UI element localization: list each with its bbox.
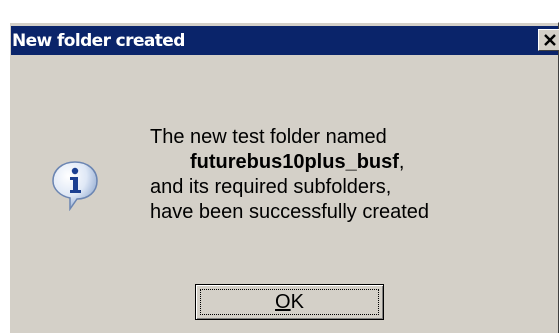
message-text: The new test folder named futurebus10plu… [150, 125, 550, 225]
message-line-2: futurebus10plus_busf, [150, 150, 550, 175]
title-bar[interactable]: New folder created [11, 26, 559, 55]
close-icon [543, 34, 556, 46]
message-line-4: have been successfully created [150, 201, 430, 223]
info-icon [52, 161, 98, 211]
folder-name-suffix: , [398, 151, 405, 173]
message-line-1: The new test folder named [150, 126, 387, 148]
ok-button-label: OK [275, 291, 304, 314]
ok-button[interactable]: OK [195, 284, 384, 320]
close-button[interactable] [538, 29, 559, 51]
message-line-3: and its required subfolders, [150, 176, 392, 198]
dialog-title: New folder created [12, 30, 185, 51]
folder-name: futurebus10plus_busf [190, 151, 399, 173]
ok-accelerator: O [275, 290, 291, 313]
ok-label-rest: K [290, 290, 304, 313]
dialog-body: The new test folder named futurebus10plu… [10, 55, 558, 334]
dialog-window: New folder created The new test folder n… [9, 22, 559, 333]
